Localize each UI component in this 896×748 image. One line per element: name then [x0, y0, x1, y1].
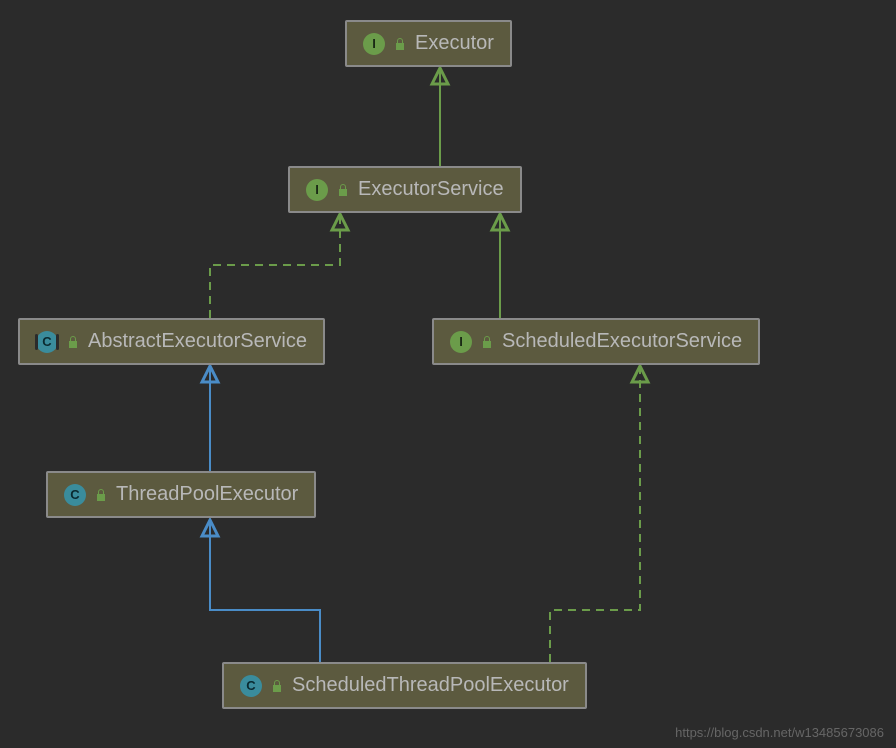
- node-label: ExecutorService: [358, 178, 504, 201]
- node-label: ThreadPoolExecutor: [116, 483, 298, 506]
- lock-icon: [480, 335, 494, 349]
- lock-icon: [336, 183, 350, 197]
- interface-badge: I: [450, 331, 472, 353]
- node-scheduled-executor-service[interactable]: I ScheduledExecutorService: [432, 318, 760, 365]
- node-executor[interactable]: I Executor: [345, 20, 512, 67]
- interface-badge: I: [363, 33, 385, 55]
- node-scheduled-thread-pool-executor[interactable]: C ScheduledThreadPoolExecutor: [222, 662, 587, 709]
- lock-icon: [94, 488, 108, 502]
- class-badge: C: [64, 484, 86, 506]
- node-executor-service[interactable]: I ExecutorService: [288, 166, 522, 213]
- lock-icon: [393, 37, 407, 51]
- class-badge: C: [240, 675, 262, 697]
- node-label: Executor: [415, 32, 494, 55]
- node-label: ScheduledThreadPoolExecutor: [292, 674, 569, 697]
- lock-icon: [66, 335, 80, 349]
- node-label: AbstractExecutorService: [88, 330, 307, 353]
- watermark-text: https://blog.csdn.net/w13485673086: [675, 725, 884, 740]
- interface-badge: I: [306, 179, 328, 201]
- node-thread-pool-executor[interactable]: C ThreadPoolExecutor: [46, 471, 316, 518]
- connections-layer: [0, 0, 896, 748]
- abstract-class-badge: C: [36, 331, 58, 353]
- node-label: ScheduledExecutorService: [502, 330, 742, 353]
- lock-icon: [270, 679, 284, 693]
- node-abstract-executor-service[interactable]: C AbstractExecutorService: [18, 318, 325, 365]
